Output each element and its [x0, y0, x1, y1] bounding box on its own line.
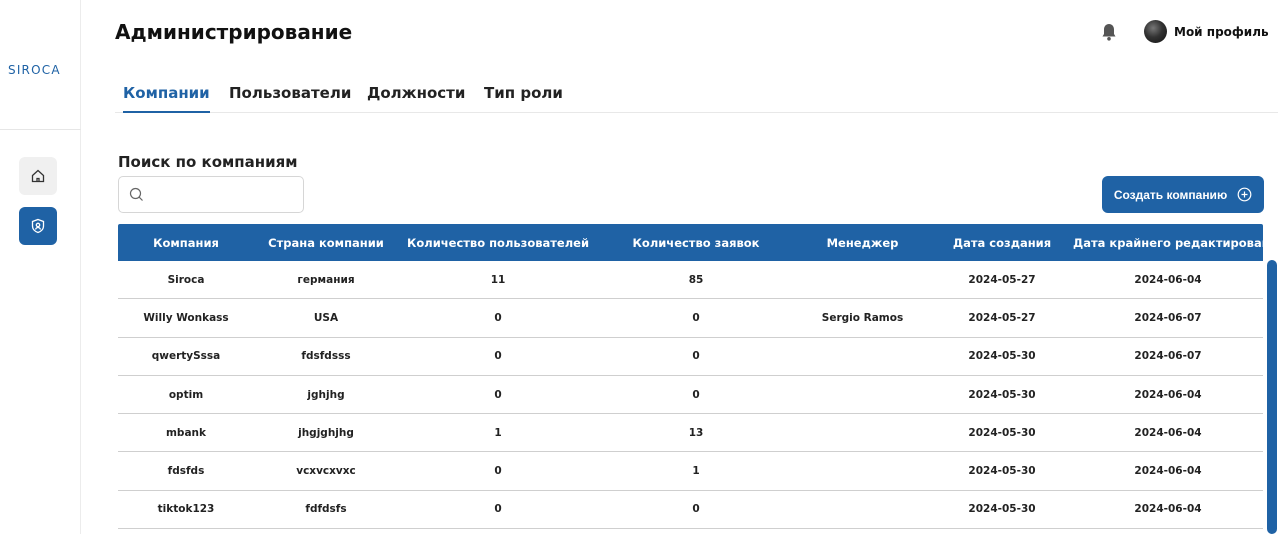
cell-country: vcxvcxvxc	[296, 465, 356, 478]
table-row[interactable]: qwertySssa fdsfdsss 0 0 2024-05-30 2024-…	[118, 338, 1263, 376]
cell-users-count: 0	[494, 350, 502, 363]
cell-last-edited: 2024-06-04	[1134, 503, 1202, 516]
sidebar: SIROCA	[0, 0, 81, 534]
table-row[interactable]: mbank jhgjghjhg 1 13 2024-05-30 2024-06-…	[118, 414, 1263, 453]
cell-requests-count: 0	[692, 388, 700, 401]
column-header-country[interactable]: Страна компании	[254, 236, 398, 250]
search-field[interactable]	[118, 176, 304, 213]
cell-requests-count: 85	[688, 273, 704, 286]
cell-last-edited: 2024-06-04	[1134, 273, 1202, 286]
cell-manager: Sergio Ramos	[821, 311, 904, 324]
cell-requests-count: 1	[692, 465, 700, 478]
profile-label: Мой профиль	[1174, 24, 1269, 39]
table-row[interactable]: Willy Wonkass USA 0 0 Sergio Ramos 2024-…	[118, 299, 1263, 338]
home-icon	[31, 169, 45, 183]
table-row[interactable]: fdsfds vcxvcxvxc 0 1 2024-05-30 2024-06-…	[118, 452, 1263, 491]
cell-company: mbank	[165, 426, 206, 439]
cell-users-count: 0	[494, 311, 502, 324]
cell-last-edited: 2024-06-04	[1134, 388, 1202, 401]
cell-last-edited: 2024-06-07	[1134, 311, 1202, 324]
cell-country: jghjhg	[307, 388, 345, 401]
column-header-requests-count[interactable]: Количество заявок	[598, 236, 794, 250]
cell-users-count: 0	[494, 465, 502, 478]
tab-users[interactable]: Пользователи	[229, 84, 351, 111]
cell-requests-count: 0	[692, 503, 700, 516]
cell-company: fdsfds	[167, 465, 205, 478]
cell-last-edited: 2024-06-04	[1134, 426, 1202, 439]
tab-companies[interactable]: Компании	[123, 84, 210, 113]
cell-created: 2024-05-27	[968, 273, 1036, 286]
plus-circle-icon	[1237, 187, 1252, 202]
tab-role-type[interactable]: Тип роли	[484, 84, 563, 111]
notifications-button[interactable]	[1100, 22, 1118, 42]
sidebar-item-home[interactable]	[19, 157, 57, 195]
sidebar-divider	[0, 129, 81, 130]
cell-created: 2024-05-30	[968, 388, 1036, 401]
tabs: Компании Пользователи Должности Тип роли	[115, 80, 1278, 113]
cell-company: Willy Wonkass	[143, 311, 229, 324]
search-icon	[129, 187, 143, 201]
column-header-manager[interactable]: Менеджер	[794, 236, 931, 250]
table-row[interactable]: optim jghjhg 0 0 2024-05-30 2024-06-04	[118, 376, 1263, 415]
cell-users-count: 1	[494, 426, 502, 439]
avatar	[1144, 20, 1167, 43]
app-logo: SIROCA	[8, 63, 61, 77]
column-header-company[interactable]: Компания	[118, 236, 254, 250]
admin-badge-icon	[31, 218, 45, 234]
table-scrollbar[interactable]	[1267, 260, 1277, 534]
cell-company: tiktok123	[157, 503, 215, 516]
companies-table: Компания Страна компании Количество поль…	[118, 224, 1278, 530]
cell-last-edited: 2024-06-07	[1134, 350, 1202, 363]
cell-country: USA	[313, 311, 339, 324]
cell-company: qwertySssa	[151, 350, 221, 363]
cell-country: jhgjghjhg	[298, 426, 354, 439]
table-header: Компания Страна компании Количество поль…	[118, 224, 1278, 261]
cell-created: 2024-05-27	[968, 311, 1036, 324]
tab-positions[interactable]: Должности	[367, 84, 465, 111]
profile-menu[interactable]: Мой профиль	[1144, 20, 1269, 43]
search-input[interactable]	[150, 177, 303, 212]
search-label: Поиск по компаниям	[118, 153, 298, 171]
cell-last-edited: 2024-06-04	[1134, 465, 1202, 478]
cell-requests-count: 0	[692, 350, 700, 363]
cell-users-count: 0	[494, 503, 502, 516]
cell-company: optim	[168, 388, 204, 401]
cell-created: 2024-05-30	[968, 426, 1036, 439]
table-row[interactable]: Siroca германия 11 85 2024-05-27 2024-06…	[118, 261, 1263, 300]
create-company-label: Создать компанию	[1113, 187, 1228, 202]
cell-created: 2024-05-30	[968, 350, 1036, 363]
column-header-created[interactable]: Дата создания	[931, 236, 1073, 250]
cell-created: 2024-05-30	[968, 465, 1036, 478]
cell-country: fdfdsfs	[305, 503, 347, 516]
cell-requests-count: 0	[692, 311, 700, 324]
create-company-button[interactable]: Создать компанию	[1102, 176, 1264, 213]
sidebar-item-admin[interactable]	[19, 207, 57, 245]
cell-created: 2024-05-30	[968, 503, 1036, 516]
cell-country: fdsfdsss	[301, 350, 351, 363]
column-header-last-edited[interactable]: Дата крайнего редактирования	[1073, 236, 1278, 250]
cell-users-count: 11	[490, 273, 506, 286]
table-row[interactable]: tiktok123 fdfdsfs 0 0 2024-05-30 2024-06…	[118, 491, 1263, 530]
cell-users-count: 0	[494, 388, 502, 401]
page-title: Администрирование	[115, 20, 353, 44]
column-header-users-count[interactable]: Количество пользователей	[398, 236, 598, 250]
bell-icon	[1102, 24, 1116, 41]
cell-company: Siroca	[167, 273, 205, 286]
cell-requests-count: 13	[688, 426, 704, 439]
cell-country: германия	[297, 273, 355, 286]
